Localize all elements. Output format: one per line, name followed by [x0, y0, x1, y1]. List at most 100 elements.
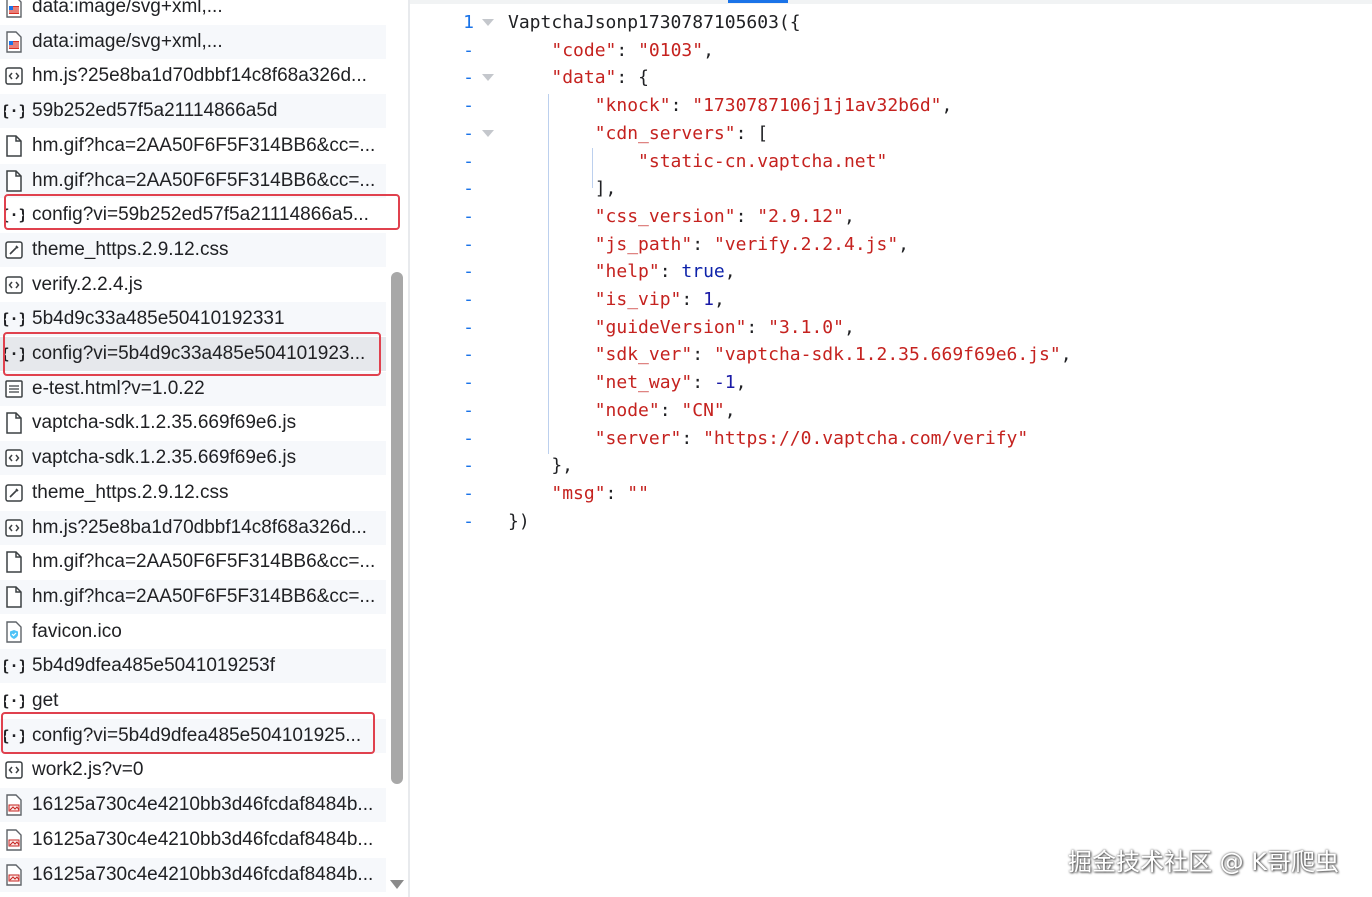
- code-line: "code": "0103",: [508, 40, 714, 61]
- request-name: 5b4d9c33a485e50410192331: [32, 308, 285, 330]
- code-token: : [: [735, 122, 769, 144]
- stylesheet-icon: [4, 482, 24, 504]
- request-row[interactable]: theme_https.2.9.12.css: [0, 476, 386, 510]
- line-number: -: [463, 372, 474, 394]
- request-row[interactable]: hm.gif?hca=2AA50F6F5F314BB6&cc=...: [0, 545, 386, 579]
- script-icon: [4, 447, 24, 469]
- code-token: "server": [594, 427, 682, 449]
- request-name: verify.2.2.4.js: [32, 273, 143, 295]
- code-token: "sdk_ver": [594, 344, 693, 366]
- line-number: -: [463, 316, 474, 338]
- fold-toggle-icon[interactable]: [482, 129, 494, 137]
- code-token: }): [508, 510, 530, 532]
- request-row[interactable]: hm.gif?hca=2AA50F6F5F314BB6&cc=...: [0, 129, 386, 163]
- document-icon: [4, 551, 24, 573]
- document-icon: [4, 169, 24, 192]
- code-line: },: [508, 455, 573, 476]
- request-row[interactable]: data:image/svg+xml,...: [0, 24, 386, 59]
- code-token: "vaptcha-sdk.1.2.35.669f69e6.js": [713, 344, 1061, 366]
- line-number: -: [463, 122, 474, 144]
- request-name: vaptcha-sdk.1.2.35.669f69e6.js: [32, 412, 297, 434]
- code-token: "help": [594, 261, 660, 283]
- code-token: :: [692, 344, 714, 366]
- line-number: -: [463, 261, 474, 283]
- code-token: "static-cn.vaptcha.net": [638, 150, 888, 172]
- code-token: "code": [551, 39, 617, 61]
- request-row[interactable]: e-test.html?v=1.0.22: [0, 371, 386, 406]
- code-token: ,: [724, 261, 736, 283]
- request-row[interactable]: vaptcha-sdk.1.2.35.669f69e6.js: [0, 406, 386, 440]
- request-row[interactable]: hm.gif?hca=2AA50F6F5F314BB6&cc=...: [0, 579, 386, 614]
- request-row[interactable]: {·} 5b4d9dfea485e5041019253f: [0, 649, 386, 684]
- highlight-box: [4, 194, 400, 230]
- fold-toggle-icon[interactable]: [482, 19, 494, 26]
- request-name: data:image/svg+xml,...: [32, 0, 223, 17]
- svg-text:{·}: {·}: [4, 692, 24, 710]
- code-line: "data": {: [508, 67, 649, 88]
- line-number: -: [463, 95, 474, 117]
- code-token: :: [692, 233, 714, 255]
- script-icon: [4, 274, 24, 296]
- request-row[interactable]: hm.gif?hca=2AA50F6F5F314BB6&cc=...: [0, 163, 386, 198]
- highlight-box: [3, 332, 381, 376]
- svg-text:{·}: {·}: [4, 657, 24, 675]
- script-icon: [4, 517, 24, 539]
- tab-bar-edge: [410, 0, 1372, 4]
- code-token: -1: [713, 372, 736, 394]
- code-line: VaptchaJsonp1730787105603({: [508, 12, 801, 33]
- code-token: "net_way": [594, 372, 693, 394]
- code-token: ,: [898, 233, 910, 255]
- code-token: ,: [735, 372, 747, 394]
- code-token: "knock": [594, 95, 671, 117]
- code-token: "0103": [638, 39, 704, 61]
- request-row[interactable]: 16125a730c4e4210bb3d46fcdaf8484b...: [0, 788, 386, 823]
- request-row[interactable]: {·} 59b252ed57f5a21114866a5d: [0, 94, 386, 129]
- code-token: "cdn_servers": [594, 122, 736, 144]
- response-preview-panel: 1 VaptchaJsonp1730787105603({ - "code": "0…: [410, 0, 1372, 897]
- request-row[interactable]: vaptcha-sdk.1.2.35.669f69e6.js: [0, 441, 386, 476]
- code-token: ,: [843, 205, 855, 227]
- request-row[interactable]: work2.js?v=0: [0, 753, 386, 787]
- svg-text:{·}: {·}: [4, 102, 24, 120]
- scrollbar-thumb[interactable]: [391, 272, 403, 784]
- code-line: "knock": "1730787106j1j1av32b6d",: [508, 95, 953, 117]
- request-name: theme_https.2.9.12.css: [32, 481, 229, 503]
- request-name: vaptcha-sdk.1.2.35.669f69e6.js: [32, 447, 297, 469]
- request-row[interactable]: verify.2.2.4.js: [0, 268, 386, 302]
- request-name: 16125a730c4e4210bb3d46fcdaf8484b...: [32, 863, 374, 885]
- line-number: -: [463, 344, 474, 366]
- code-line: "css_version": "2.9.12",: [508, 206, 855, 227]
- line-number: -: [463, 289, 474, 310]
- code-line: "js_path": "verify.2.2.4.js",: [508, 234, 909, 255]
- indent-guide: [548, 94, 549, 454]
- request-row[interactable]: theme_https.2.9.12.css: [0, 232, 386, 267]
- scroll-down-arrow-icon[interactable]: [390, 880, 404, 889]
- code-line: "static-cn.vaptcha.net": [508, 151, 887, 172]
- request-row[interactable]: hm.js?25e8ba1d70dbbf14c8f68a326d...: [0, 510, 386, 545]
- request-name: get: [32, 690, 59, 711]
- json-icon: {·}: [4, 690, 24, 712]
- line-number: -: [463, 205, 474, 227]
- line-number: -: [463, 427, 474, 449]
- request-row[interactable]: data:image/svg+xml,...: [0, 0, 386, 24]
- request-row[interactable]: 16125a730c4e4210bb3d46fcdaf8484b...: [0, 823, 386, 857]
- html-document-icon: [4, 378, 24, 400]
- request-row[interactable]: 16125a730c4e4210bb3d46fcdaf8484b...: [0, 857, 386, 892]
- line-number: 1: [463, 12, 474, 33]
- code-line: "is_vip": 1,: [508, 289, 725, 310]
- code-token: :: [681, 289, 704, 310]
- code-token: :: [670, 95, 693, 117]
- code-token: },: [508, 455, 574, 477]
- code-token: "data": [551, 67, 617, 89]
- fold-toggle-icon[interactable]: [482, 74, 494, 82]
- code-line: "msg": "": [508, 483, 649, 504]
- request-name: hm.gif?hca=2AA50F6F5F314BB6&cc=...: [32, 134, 376, 156]
- request-row[interactable]: hm.js?25e8ba1d70dbbf14c8f68a326d...: [0, 59, 386, 93]
- line-number: -: [463, 39, 474, 61]
- code-token: :: [681, 427, 704, 449]
- request-row[interactable]: favicon.ico: [0, 615, 386, 649]
